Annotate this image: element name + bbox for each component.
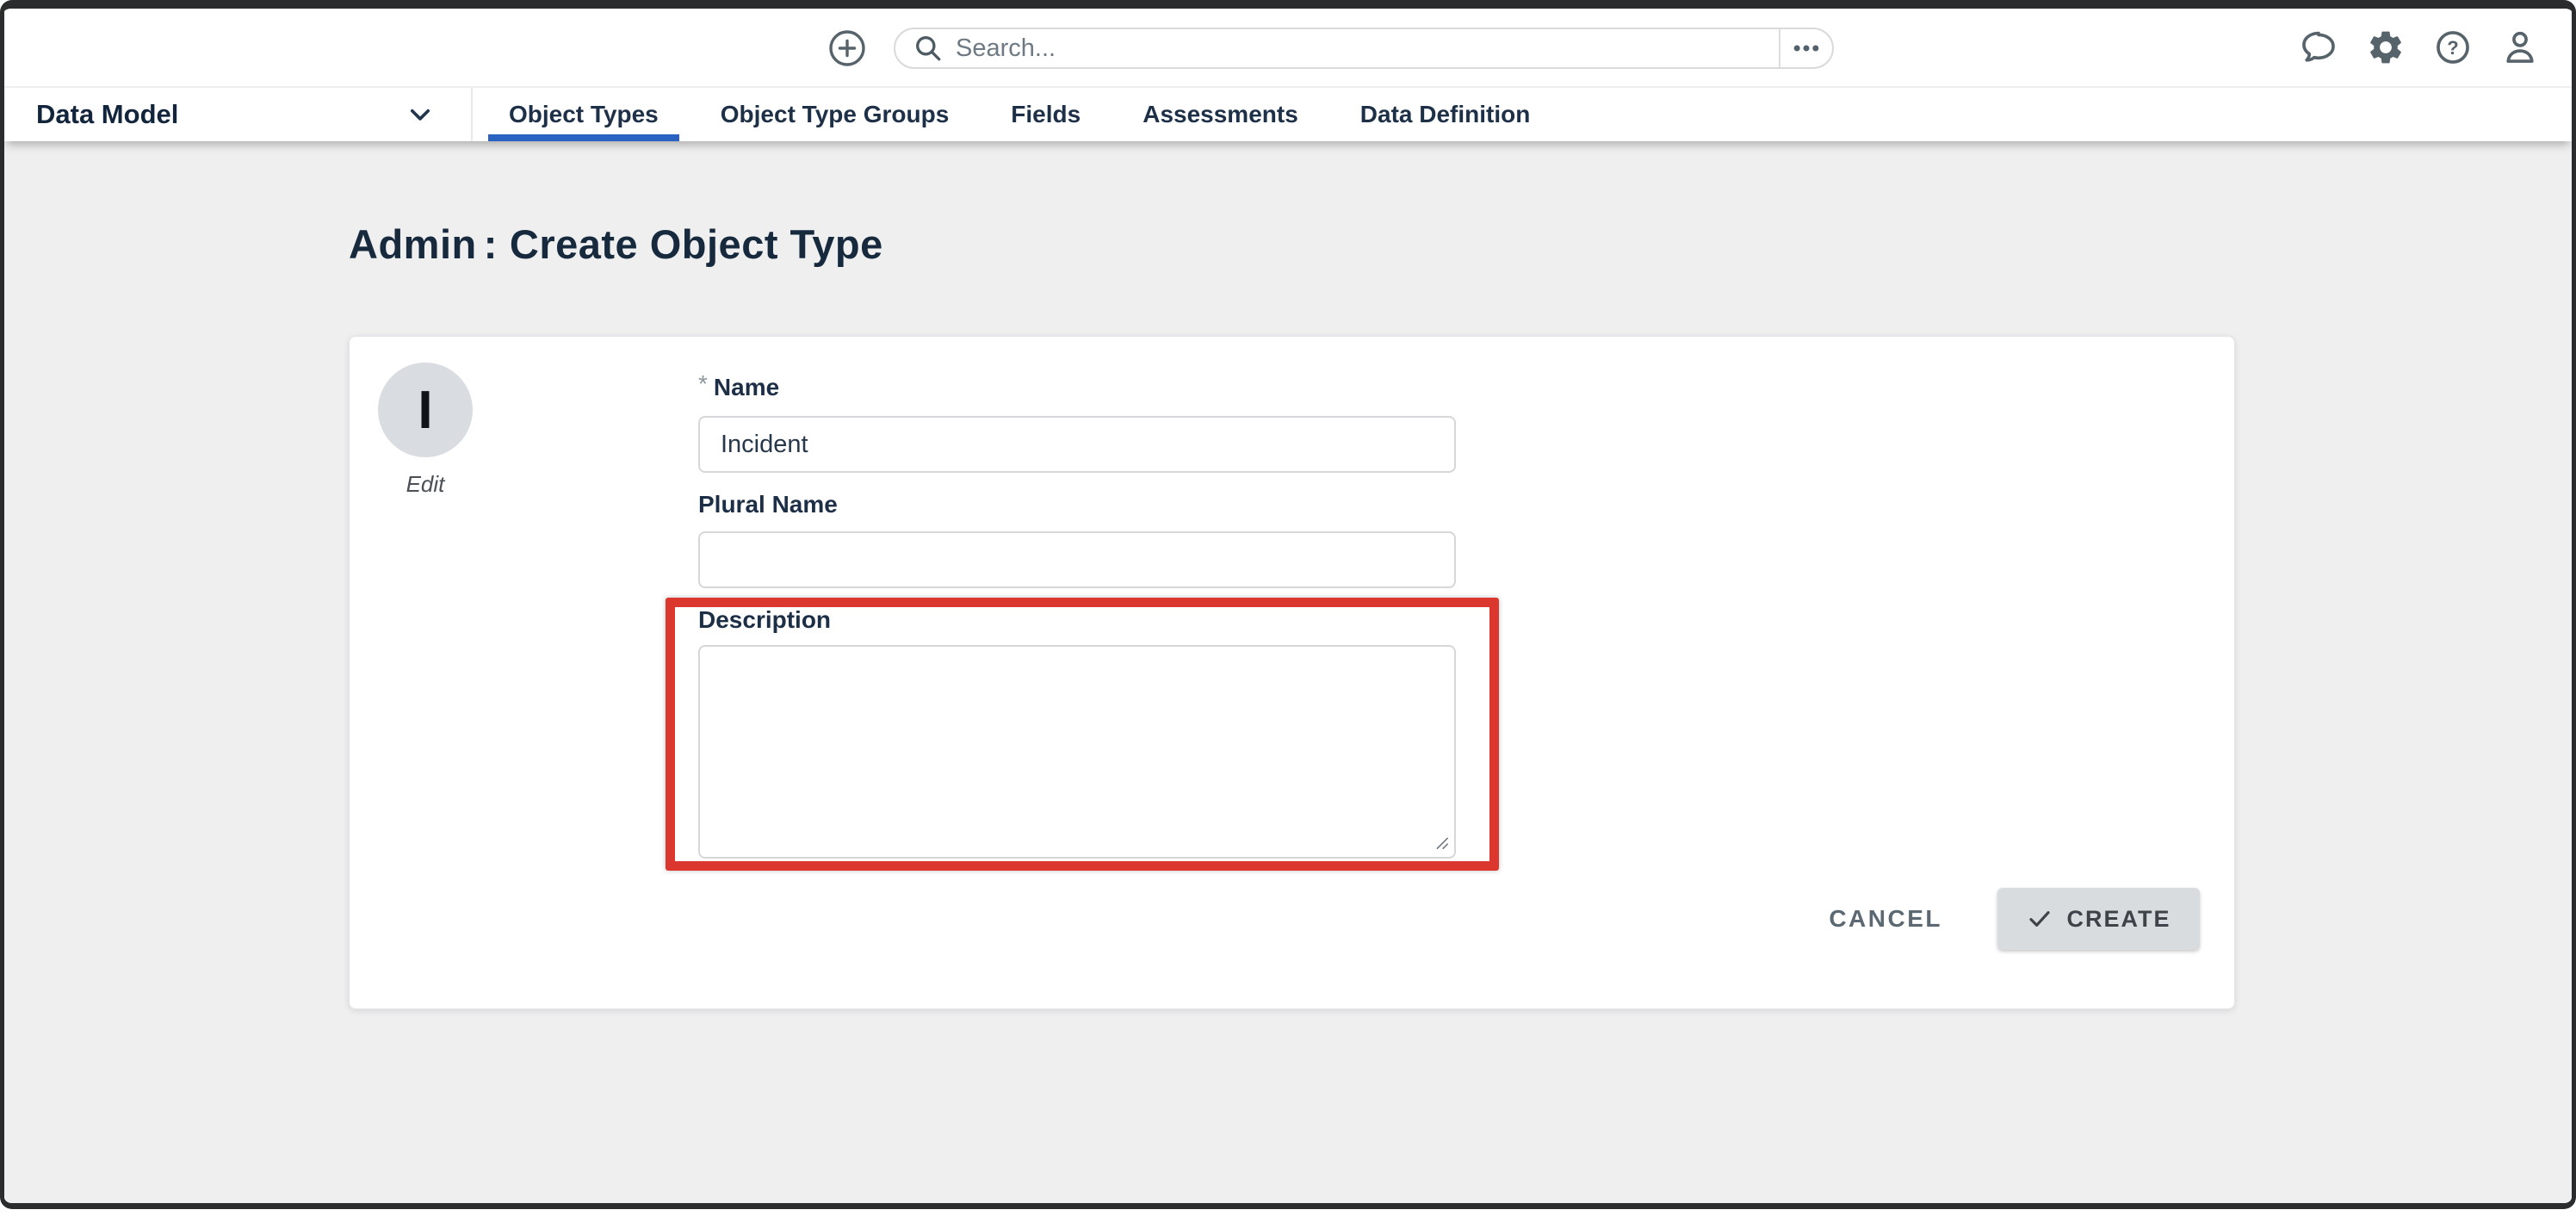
account-button[interactable] — [2499, 27, 2541, 68]
tab-label: Object Types — [509, 101, 659, 128]
help-button[interactable]: ? — [2432, 27, 2474, 68]
module-label: Data Model — [36, 99, 178, 130]
description-field — [698, 645, 1456, 859]
cancel-button[interactable]: CANCEL — [1824, 905, 1947, 933]
tab-label: Assessments — [1142, 101, 1298, 128]
page-content: Admin: Create Object Type I Edit * Name P… — [4, 141, 2572, 1203]
search-options-button[interactable] — [1780, 29, 1832, 67]
description-label: Description — [698, 605, 831, 635]
tab-label: Fields — [1011, 101, 1081, 128]
tab-assessments[interactable]: Assessments — [1112, 88, 1329, 141]
search-icon — [913, 33, 944, 64]
search-bar — [894, 28, 1834, 69]
avatar-block: I Edit — [378, 363, 473, 498]
title-admin-prefix: Admin — [349, 221, 477, 267]
plural-name-label-text: Plural Name — [698, 491, 838, 518]
ellipsis-icon — [1789, 31, 1824, 65]
messages-button[interactable] — [2298, 27, 2339, 68]
description-textarea[interactable] — [698, 645, 1456, 859]
tab-data-definition[interactable]: Data Definition — [1329, 88, 1562, 141]
gear-icon — [2366, 28, 2406, 67]
settings-button[interactable] — [2365, 27, 2406, 68]
plus-circle-icon — [823, 24, 871, 72]
form-fields: * Name Plural Name Description — [698, 337, 1456, 1008]
check-icon — [2026, 905, 2053, 933]
tab-object-types[interactable]: Object Types — [478, 88, 690, 141]
tab-label: Object Type Groups — [721, 101, 950, 128]
avatar-edit-label[interactable]: Edit — [378, 471, 473, 498]
name-label: * Name — [698, 373, 779, 402]
name-input[interactable] — [698, 416, 1456, 473]
topbar: ? — [4, 9, 2572, 88]
person-icon — [2500, 28, 2540, 67]
chevron-down-icon — [406, 100, 435, 129]
window-frame: ? Data Model Object Types Object Type Gr… — [0, 0, 2576, 1209]
topbar-icon-group: ? — [2298, 9, 2541, 86]
create-button[interactable]: CREATE — [1997, 888, 2200, 950]
description-label-text: Description — [698, 606, 831, 634]
add-button[interactable] — [823, 24, 871, 72]
avatar-monogram: I — [418, 380, 432, 441]
tab-object-type-groups[interactable]: Object Type Groups — [690, 88, 981, 141]
question-circle-icon: ? — [2433, 28, 2473, 67]
tab-bar: Object Types Object Type Groups Fields A… — [478, 88, 1561, 141]
plural-name-label: Plural Name — [698, 490, 838, 519]
tab-label: Data Definition — [1360, 101, 1531, 128]
page-title: Admin: Create Object Type — [349, 220, 883, 268]
name-label-text: Name — [714, 374, 779, 401]
create-button-label: CREATE — [2066, 906, 2170, 933]
create-object-type-card: I Edit * Name Plural Name Description — [349, 336, 2235, 1009]
title-separator: : — [484, 221, 498, 267]
form-actions: CANCEL CREATE — [1824, 888, 2200, 950]
speech-bubble-icon — [2299, 28, 2338, 67]
tab-fields[interactable]: Fields — [980, 88, 1112, 141]
svg-text:?: ? — [2447, 37, 2458, 59]
module-selector[interactable]: Data Model — [4, 88, 473, 141]
search-input[interactable] — [954, 29, 1779, 67]
required-asterisk: * — [698, 370, 708, 398]
title-main: Create Object Type — [510, 221, 883, 267]
avatar[interactable]: I — [378, 363, 473, 457]
module-navbar: Data Model Object Types Object Type Grou… — [4, 88, 2572, 141]
plural-name-input[interactable] — [698, 531, 1456, 588]
